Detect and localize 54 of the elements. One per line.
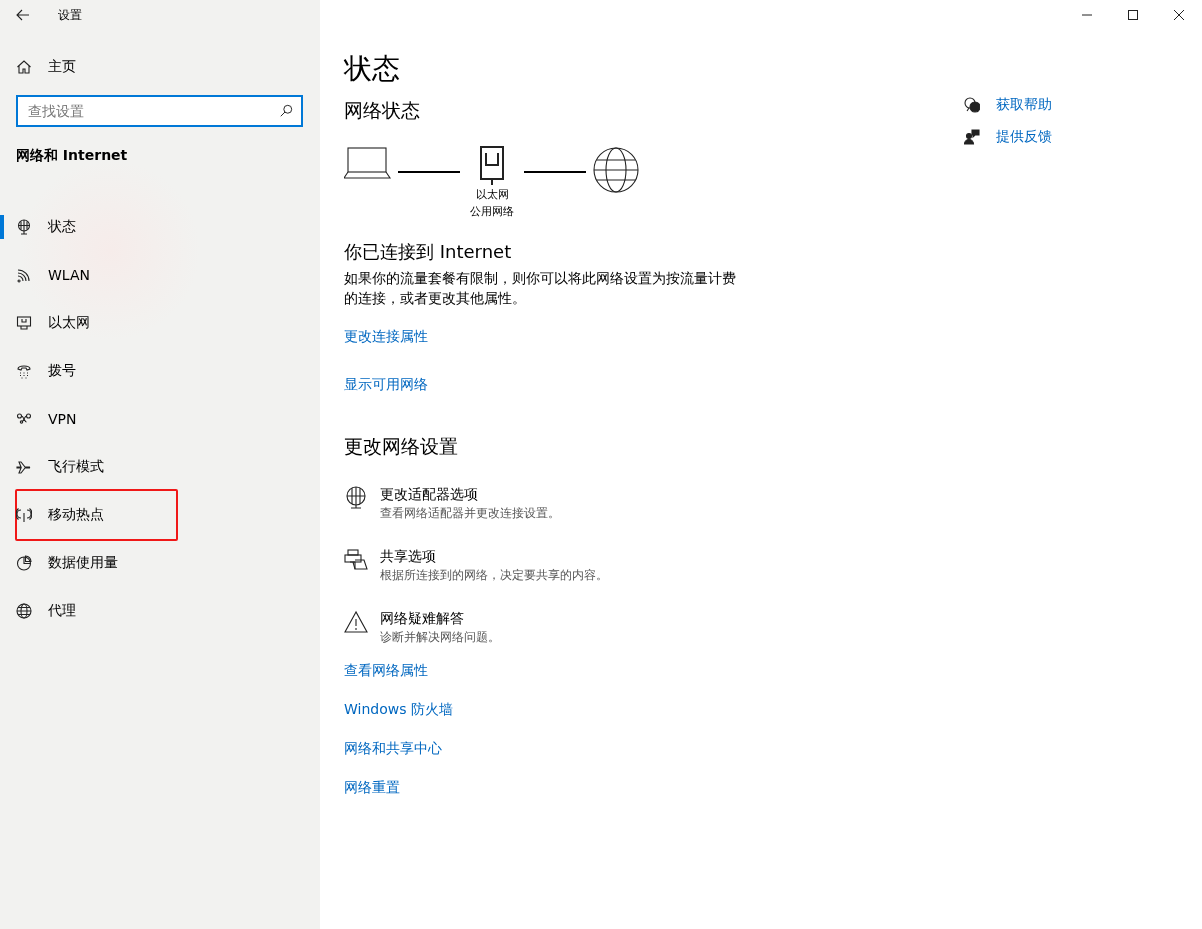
nav-item[interactable]: 飞行模式 [0, 443, 108, 491]
pie-chart-icon [16, 555, 32, 571]
network-type-label: 公用网络 [470, 204, 514, 220]
settings-link[interactable]: 查看网络属性 [344, 662, 428, 680]
back-button[interactable] [16, 9, 30, 21]
section-heading: 网络和 Internet [16, 147, 129, 165]
section-heading: 更改网络设置 [344, 434, 459, 459]
option-title[interactable]: 共享选项 [380, 548, 608, 566]
option-title[interactable]: 网络疑难解答 [380, 610, 500, 628]
settings-link[interactable]: Windows 防火墙 [344, 701, 453, 719]
dial-up-phone-icon [16, 363, 32, 379]
option-title[interactable]: 更改适配器选项 [380, 486, 560, 504]
laptop-icon [344, 146, 392, 180]
option-description: 查看网络适配器并更改连接设置。 [380, 505, 560, 522]
ethernet-icon [16, 315, 32, 331]
help-link[interactable]: 提供反馈 [996, 128, 1052, 146]
nav-item[interactable]: VPN [0, 395, 81, 443]
antenna-icon [16, 507, 32, 523]
settings-link[interactable]: 网络重置 [344, 779, 400, 797]
nav-item[interactable]: 数据使用量 [0, 539, 122, 587]
home-icon [16, 59, 32, 75]
ethernet-port-icon [480, 146, 504, 186]
globe-icon [592, 146, 640, 194]
page-title: 状态 [344, 51, 401, 87]
connection-heading: 你已连接到 Internet [344, 240, 513, 264]
maximize-icon [1128, 10, 1138, 20]
section-heading: 网络状态 [344, 98, 421, 123]
globe-monitor-icon [344, 486, 368, 510]
vpn-icon [16, 411, 32, 427]
option-description: 诊断并解决网络问题。 [380, 629, 500, 646]
option-description: 根据所连接到的网络，决定要共享的内容。 [380, 567, 608, 584]
help-link[interactable]: 获取帮助 [996, 96, 1052, 114]
close-icon [1174, 10, 1184, 20]
nav-item[interactable]: WLAN [0, 251, 94, 299]
nav-item[interactable]: 移动热点 [0, 491, 108, 539]
globe-monitor-icon [16, 219, 32, 235]
search-field[interactable]: 查找设置 [16, 95, 303, 127]
nav-item[interactable]: 以太网 [0, 299, 94, 347]
settings-link[interactable]: 更改连接属性 [344, 328, 428, 346]
printer-folder-icon [344, 548, 368, 572]
settings-link[interactable]: 网络和共享中心 [344, 740, 442, 758]
airplane-icon [16, 459, 32, 475]
warning-icon [344, 610, 368, 634]
connection-description: 如果你的流量套餐有限制，则你可以将此网络设置为按流量计费的连接，或者更改其他属性。 [344, 269, 737, 308]
adapter-label: 以太网 [475, 187, 509, 203]
nav-item[interactable]: 代理 [0, 587, 80, 635]
wifi-icon [16, 267, 32, 283]
settings-link[interactable]: 显示可用网络 [344, 376, 428, 394]
feedback-person-icon [964, 129, 980, 145]
search-icon [279, 104, 293, 118]
globe-icon [16, 603, 32, 619]
nav-item[interactable]: 拨号 [0, 347, 80, 395]
home-nav-item[interactable]: 主页 [16, 54, 76, 80]
window-title: 设置 [58, 6, 82, 24]
